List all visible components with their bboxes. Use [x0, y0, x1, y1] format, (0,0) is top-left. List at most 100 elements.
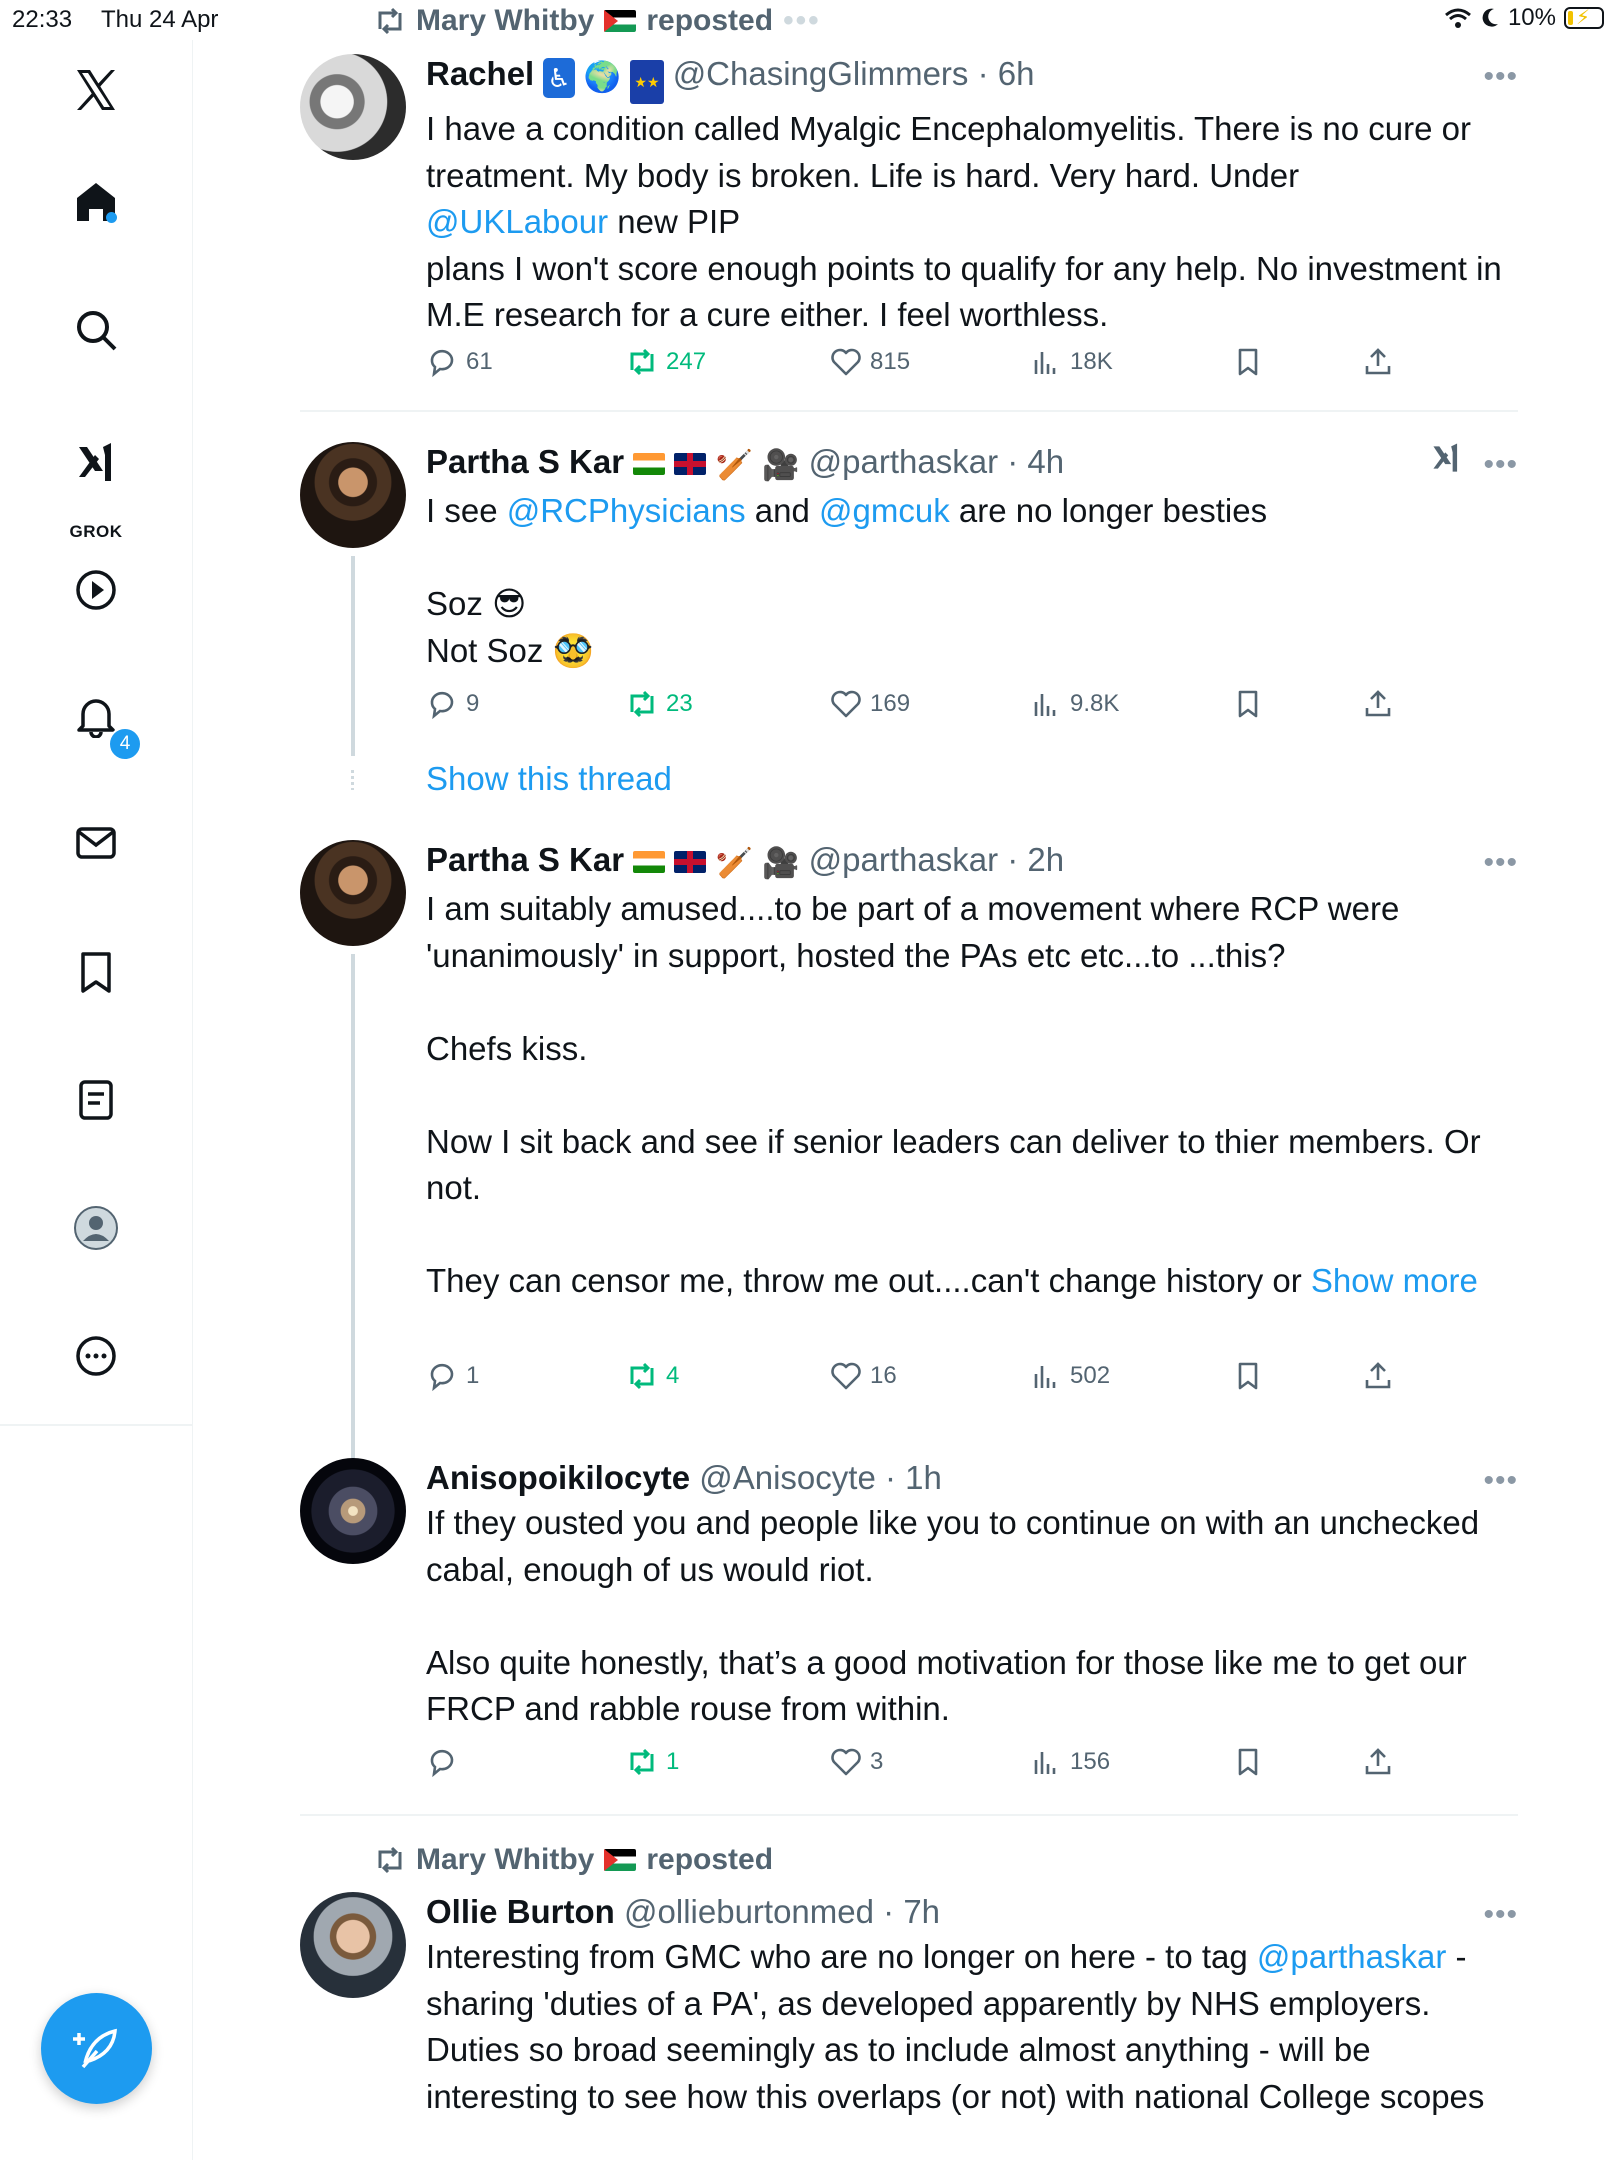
profile-avatar-icon[interactable] — [56, 1188, 136, 1268]
repost-indicator: Mary Whitby reposted — [374, 1843, 773, 1877]
bookmark-button[interactable] — [1232, 1746, 1264, 1778]
compose-feather-icon — [72, 2028, 117, 2068]
grok-label: GROK — [69, 522, 123, 541]
mention-link[interactable]: @RCPhysicians — [507, 492, 746, 529]
repost-button[interactable]: 4 — [626, 1360, 679, 1392]
like-count: 815 — [870, 348, 911, 375]
views-button[interactable]: 18K — [1030, 346, 1113, 378]
reply-button[interactable] — [426, 1746, 466, 1778]
tweet-text: I see @RCPhysicians and @gmcuk are no lo… — [426, 492, 1268, 669]
share-button[interactable] — [1362, 1360, 1394, 1392]
grok-icon[interactable] — [1428, 442, 1464, 481]
like-button[interactable]: 169 — [830, 688, 910, 720]
tweet-time[interactable]: 6h — [998, 55, 1035, 92]
reply-button[interactable]: 1 — [426, 1360, 479, 1392]
show-more-link[interactable]: Show more — [1311, 1262, 1478, 1299]
author-handle[interactable]: @Anisocyte — [699, 1459, 876, 1496]
analytics-icon — [1034, 694, 1056, 716]
status-date: Thu 24 Apr — [101, 6, 219, 33]
mention-link[interactable]: @UKLabour — [426, 203, 608, 240]
like-button[interactable]: 3 — [830, 1746, 883, 1778]
heart-icon — [831, 1748, 861, 1776]
reply-count: 61 — [466, 348, 493, 375]
views-button[interactable]: 156 — [1030, 1746, 1110, 1778]
status-indicators: 10% — [1444, 4, 1604, 32]
view-count: 18K — [1070, 348, 1113, 375]
views-button[interactable]: 502 — [1030, 1360, 1110, 1392]
reply-icon — [430, 1749, 454, 1778]
movie-camera-icon: 🎥 — [762, 847, 800, 880]
mention-link[interactable]: @parthaskar — [1257, 1938, 1446, 1975]
thread-gap-dots — [351, 770, 354, 790]
author-handle[interactable]: @parthaskar — [809, 841, 998, 878]
author-name[interactable]: Partha S Kar — [426, 443, 624, 480]
views-button[interactable]: 9.8K — [1030, 688, 1119, 720]
like-button[interactable]: 815 — [830, 346, 910, 378]
share-button[interactable] — [1362, 688, 1394, 720]
share-button[interactable] — [1362, 346, 1394, 378]
sidebar-divider — [0, 1424, 192, 1426]
avatar[interactable] — [300, 442, 406, 548]
bookmarks-icon[interactable] — [56, 932, 136, 1012]
author-name[interactable]: Anisopoikilocyte — [426, 1459, 690, 1496]
more-options-icon[interactable]: ••• — [1483, 60, 1518, 94]
bookmark-button[interactable] — [1232, 688, 1264, 720]
mention-link[interactable]: @gmcuk — [819, 492, 950, 529]
repost-button[interactable]: 23 — [626, 688, 693, 720]
video-icon[interactable] — [56, 550, 136, 630]
heart-icon — [831, 690, 861, 718]
tweet-time[interactable]: 7h — [903, 1893, 940, 1930]
reposter-name[interactable]: Mary Whitby — [416, 4, 594, 38]
sunglasses-emoji-icon: 😎 — [492, 585, 527, 622]
tweet-text: Interesting from GMC who are no longer o… — [426, 1938, 1485, 2115]
bookmark-button[interactable] — [1232, 1360, 1264, 1392]
lists-icon[interactable] — [56, 1060, 136, 1140]
avatar[interactable] — [300, 1458, 406, 1564]
more-options-icon[interactable]: ••• — [1483, 448, 1518, 482]
more-options-icon[interactable] — [56, 1316, 136, 1396]
analytics-icon — [1034, 352, 1056, 374]
author-name[interactable]: Partha S Kar — [426, 841, 624, 878]
eu-flag-icon: ★★ — [630, 60, 664, 104]
grok-icon[interactable] — [56, 424, 136, 504]
author-name[interactable]: Rachel — [426, 55, 534, 92]
analytics-icon — [1034, 1752, 1056, 1774]
search-icon[interactable] — [56, 290, 136, 370]
repost-button[interactable]: 247 — [626, 346, 706, 378]
tweet-actions: 1 3 156 — [426, 1746, 1426, 1786]
repost-button[interactable]: 1 — [626, 1746, 679, 1778]
repost-count: 1 — [666, 1748, 680, 1775]
tweet-time[interactable]: 4h — [1027, 443, 1064, 480]
more-options-icon[interactable]: ••• — [1483, 1464, 1518, 1498]
x-logo-icon[interactable] — [56, 50, 136, 130]
more-options-icon[interactable]: ••• — [1483, 1898, 1518, 1932]
more-options-icon[interactable]: ••• — [1483, 846, 1518, 880]
nerd-emoji-icon: 🥸 — [552, 631, 594, 669]
reposter-name[interactable]: Mary Whitby — [416, 1843, 594, 1877]
author-handle[interactable]: @parthaskar — [809, 443, 998, 480]
like-count: 16 — [870, 1362, 897, 1389]
tweet-header: Rachel ♿ 🌍 ★★ @ChasingGlimmers · 6h — [426, 54, 1518, 104]
tweet-time[interactable]: 2h — [1027, 841, 1064, 878]
reply-button[interactable]: 61 — [426, 346, 493, 378]
avatar[interactable] — [300, 54, 406, 160]
like-button[interactable]: 16 — [830, 1360, 897, 1392]
reply-count: 1 — [466, 1362, 480, 1389]
compose-post-button[interactable] — [41, 1993, 152, 2104]
cricket-icon: 🏏 — [715, 847, 753, 880]
avatar[interactable] — [300, 840, 406, 946]
messages-icon[interactable] — [56, 803, 136, 883]
avatar[interactable] — [300, 1892, 406, 1998]
author-handle[interactable]: @ollieburtonmed — [624, 1893, 874, 1930]
battery-icon — [1564, 5, 1604, 30]
share-button[interactable] — [1362, 1746, 1394, 1778]
bookmark-button[interactable] — [1232, 346, 1264, 378]
reply-button[interactable]: 9 — [426, 688, 479, 720]
tweet-text: I have a condition called Myalgic Enceph… — [426, 110, 1502, 333]
repost-icon — [378, 1846, 402, 1874]
home-icon[interactable] — [56, 162, 136, 242]
author-handle[interactable]: @ChasingGlimmers — [673, 55, 969, 92]
author-name[interactable]: Ollie Burton — [426, 1893, 615, 1930]
show-this-thread-link[interactable]: Show this thread — [426, 760, 672, 798]
tweet-time[interactable]: 1h — [905, 1459, 942, 1496]
